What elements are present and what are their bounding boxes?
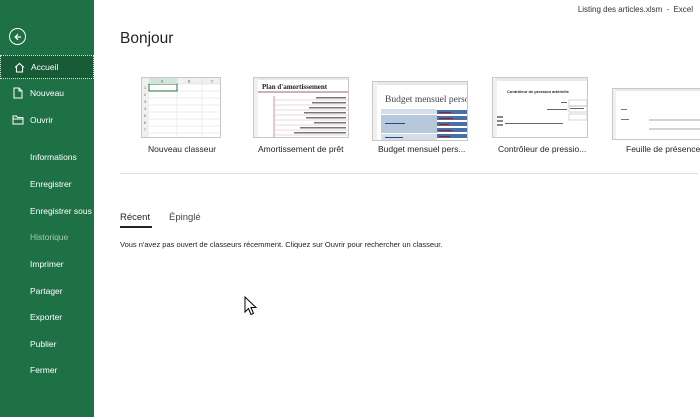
nav-info[interactable]: Informations [0, 147, 94, 167]
thumbnail-title: Budget mensuel perso [385, 95, 468, 105]
nav-save-as[interactable]: Enregistrer sous [0, 201, 94, 221]
nav-home-label: Accueil [31, 62, 59, 72]
section-divider [120, 173, 698, 174]
thumbnail-title: Plan d'amortissement [262, 83, 328, 91]
template-thumbnail[interactable]: Contrôleur de pression artérielle [492, 77, 588, 138]
template-thumbnail[interactable]: Budget mensuel perso [372, 81, 468, 141]
title-app: Excel [673, 5, 693, 14]
template-label: Contrôleur de pressio... [498, 144, 587, 154]
nav-new-label: Nouveau [30, 88, 65, 98]
title-separator: - [666, 5, 670, 14]
nav-open[interactable]: Ouvrir [0, 108, 94, 132]
svg-text:1: 1 [144, 86, 146, 90]
svg-text:2: 2 [144, 93, 146, 97]
template-thumbnail[interactable]: ABC 123 4567 [141, 77, 221, 138]
back-arrow-icon[interactable] [9, 28, 26, 45]
home-icon [13, 61, 25, 73]
svg-text:3: 3 [144, 100, 146, 104]
thumbnail-title: Contrôleur de pression artérielle [507, 89, 570, 94]
template-thumbnail[interactable] [612, 88, 700, 140]
nav-publish[interactable]: Publier [0, 334, 94, 354]
nav-print[interactable]: Imprimer [0, 254, 94, 274]
window-title: Listing des articles.xlsm - Excel [576, 5, 693, 14]
nav-close[interactable]: Fermer [0, 360, 94, 380]
template-label: Feuille de présence [626, 144, 700, 154]
nav-history: Historique [30, 232, 69, 242]
svg-text:5: 5 [144, 114, 146, 118]
template-thumbnail[interactable]: Plan d'amortissement [253, 77, 349, 138]
mouse-pointer-icon [244, 295, 258, 321]
template-label: Amortissement de prêt [258, 144, 344, 154]
title-filename: Listing des articles.xlsm [577, 5, 663, 14]
svg-text:4: 4 [144, 107, 146, 111]
new-document-icon [12, 87, 24, 99]
svg-text:7: 7 [144, 128, 146, 132]
svg-text:6: 6 [144, 121, 146, 125]
nav-open-label: Ouvrir [30, 115, 54, 125]
tab-pinned[interactable]: Épinglé [169, 212, 201, 223]
nav-share[interactable]: Partager [0, 281, 94, 301]
template-label: Budget mensuel pers... [378, 144, 466, 154]
nav-home[interactable]: Accueil [0, 55, 94, 79]
template-label: Nouveau classeur [148, 144, 217, 154]
nav-export[interactable]: Exporter [0, 307, 94, 327]
page-title: Bonjour [120, 30, 174, 47]
empty-recent-message: Vous n'avez pas ouvert de classeurs réce… [120, 240, 443, 249]
nav-save[interactable]: Enregistrer [0, 174, 94, 194]
backstage-sidebar: Accueil Nouveau Ouvrir Informations Enre… [0, 0, 94, 417]
folder-icon [12, 114, 24, 126]
tab-recent[interactable]: Récent [120, 212, 150, 223]
nav-new[interactable]: Nouveau [0, 81, 94, 105]
active-tab-indicator [120, 226, 152, 228]
